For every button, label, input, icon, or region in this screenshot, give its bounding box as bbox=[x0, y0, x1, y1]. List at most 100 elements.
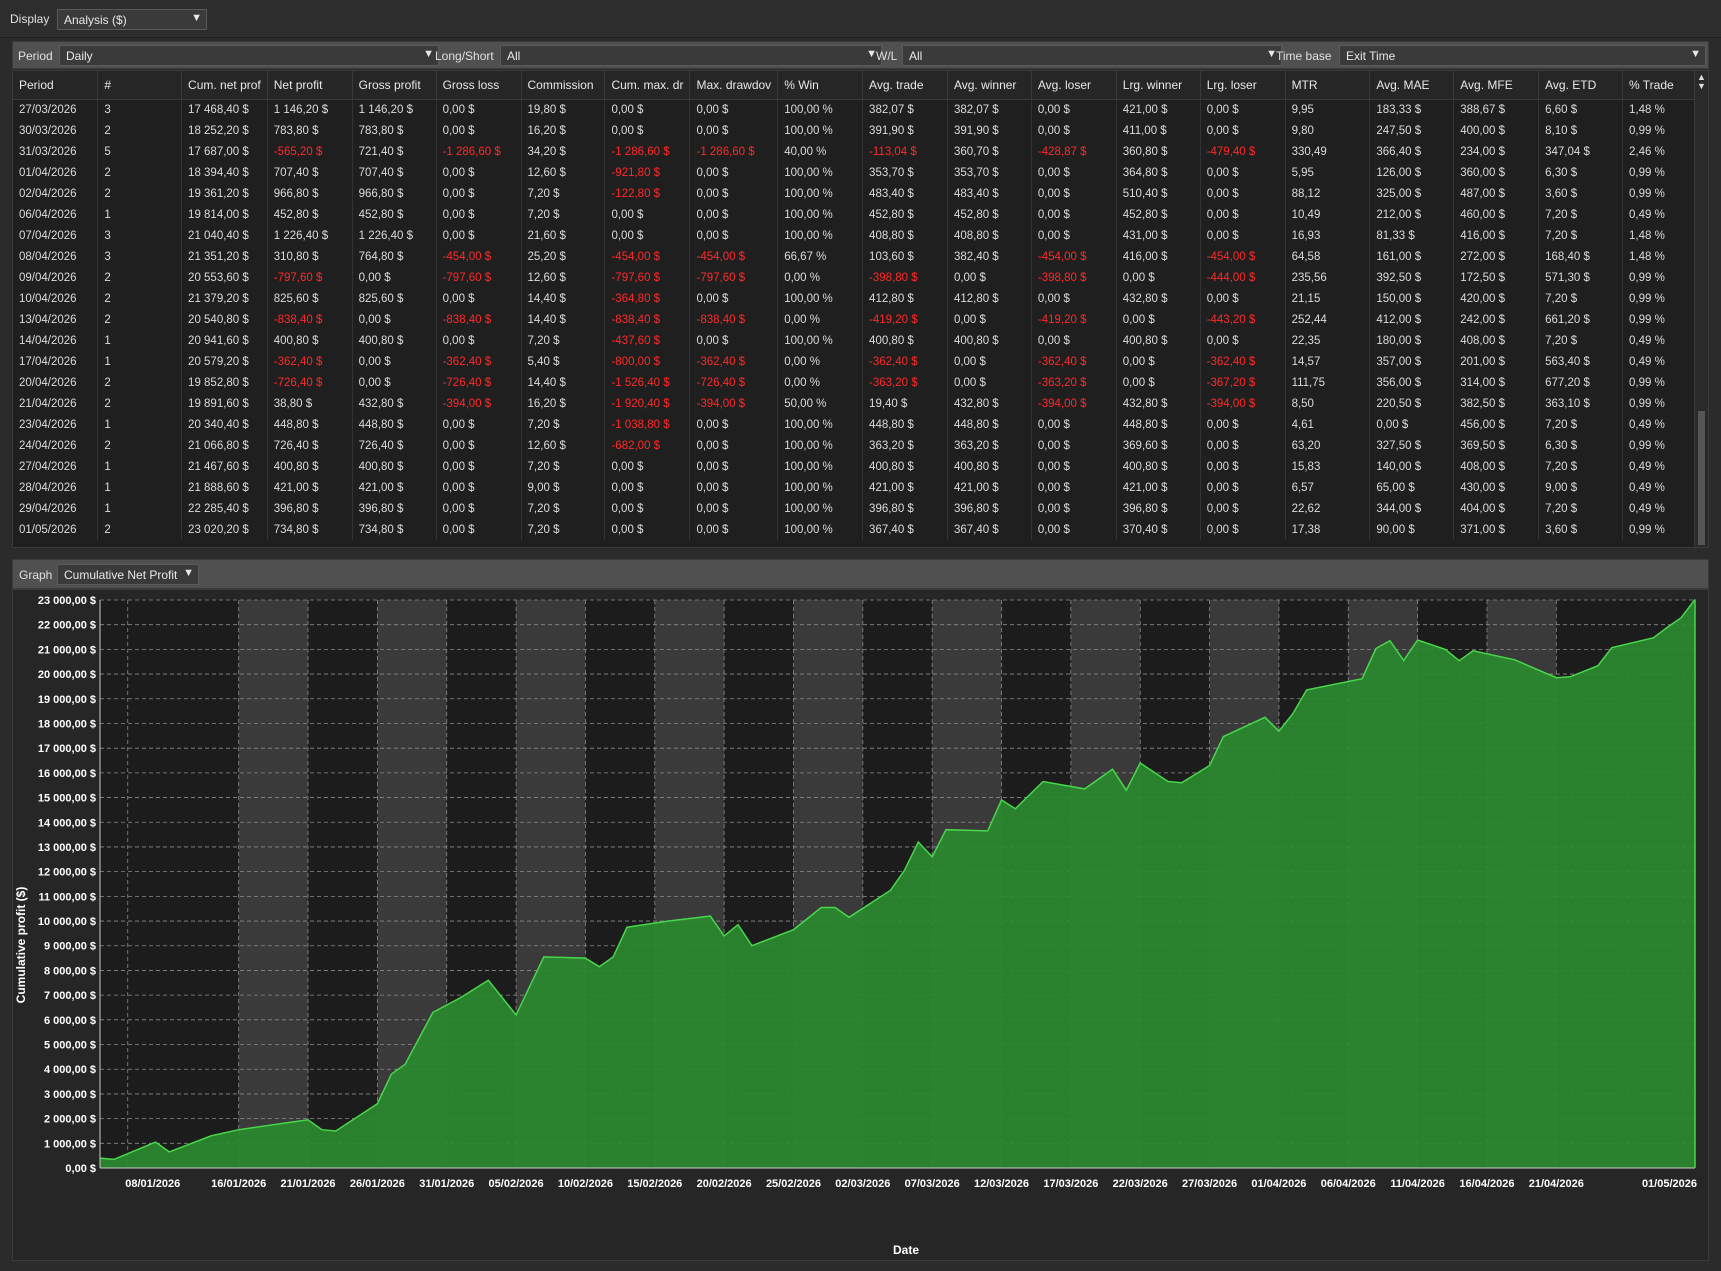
table-cell: 487,00 $ bbox=[1453, 183, 1540, 204]
table-cell: -362,40 $ bbox=[862, 351, 948, 372]
table-cell: -838,40 $ bbox=[436, 309, 522, 330]
column-header[interactable]: Period bbox=[13, 71, 99, 100]
graph-type-select[interactable]: Cumulative Net Profit ▼ bbox=[57, 564, 199, 585]
column-header[interactable]: MTR bbox=[1285, 71, 1371, 100]
table-cell: 0,00 $ bbox=[1369, 414, 1455, 435]
x-tick-label: 01/04/2026 bbox=[1251, 1178, 1306, 1190]
table-cell: 14,40 $ bbox=[521, 288, 606, 309]
table-cell: 2 bbox=[97, 435, 183, 456]
column-header[interactable]: Net profit bbox=[267, 71, 353, 100]
column-header[interactable]: Cum. max. dr bbox=[604, 71, 691, 100]
column-header[interactable]: Avg. trade bbox=[862, 71, 948, 100]
table-cell: 0,00 $ bbox=[436, 99, 522, 120]
table-cell: 252,44 bbox=[1285, 309, 1371, 330]
table-row[interactable]: 20/04/2026 2 19 852,80 $ -726,40 $0,00 $ -72… bbox=[13, 372, 1708, 393]
table-cell: 07/04/2026 bbox=[13, 225, 99, 246]
table-cell: 421,00 $ bbox=[352, 477, 437, 498]
column-header[interactable]: Max. drawdov bbox=[689, 71, 779, 100]
table-row[interactable]: 17/04/2026 1 20 579,20 $ -362,40 $0,00 $ -36… bbox=[13, 351, 1708, 372]
chevron-down-icon: ▼ bbox=[423, 48, 434, 60]
column-header[interactable]: % Win bbox=[777, 71, 864, 100]
table-row[interactable]: 14/04/2026 1 20 941,60 $400,80 $400,80 $0,… bbox=[13, 330, 1708, 351]
table-row[interactable]: 27/03/2026 3 17 468,40 $1 146,20 $1 146,20… bbox=[13, 99, 1708, 120]
table-row[interactable]: 29/04/2026 1 22 285,40 $396,80 $396,80 $0,… bbox=[13, 498, 1708, 519]
table-cell: 161,00 $ bbox=[1369, 246, 1455, 267]
column-header[interactable]: Commission bbox=[521, 71, 606, 100]
column-header[interactable]: Avg. loser bbox=[1031, 71, 1117, 100]
table-cell: 28/04/2026 bbox=[13, 477, 99, 498]
table-row[interactable]: 07/04/2026 3 21 040,40 $1 226,40 $1 226,40… bbox=[13, 225, 1708, 246]
longshort-select[interactable]: All ▼ bbox=[500, 45, 882, 66]
table-cell: -797,60 $ bbox=[267, 267, 353, 288]
period-select[interactable]: Daily ▼ bbox=[59, 45, 439, 66]
table-cell: 0,00 $ bbox=[352, 351, 437, 372]
table-cell: 0,00 $ bbox=[1031, 456, 1117, 477]
table-cell: 0,00 % bbox=[777, 267, 864, 288]
table-cell: 452,80 $ bbox=[267, 204, 353, 225]
column-header[interactable]: Gross profit bbox=[352, 71, 437, 100]
table-cell: -726,40 $ bbox=[267, 372, 353, 393]
table-row[interactable]: 30/03/2026 2 18 252,20 $783,80 $783,80 $0,… bbox=[13, 120, 1708, 141]
table-cell: -1 920,40 $ bbox=[604, 393, 691, 414]
table-cell: 100,00 % bbox=[777, 519, 864, 540]
table-scrollbar[interactable]: ▲ ▼ bbox=[1694, 71, 1708, 547]
table-row[interactable]: 02/04/2026 2 19 361,20 $966,80 $966,80 $0,… bbox=[13, 183, 1708, 204]
table-cell: 734,80 $ bbox=[267, 519, 353, 540]
column-header[interactable]: Lrg. loser bbox=[1200, 71, 1286, 100]
table-cell: 0,00 $ bbox=[689, 120, 779, 141]
table-cell: -565,20 $ bbox=[267, 141, 353, 162]
table-row[interactable]: 31/03/2026 5 17 687,00 $ -565,20 $721,40 $ -… bbox=[13, 141, 1708, 162]
table-row[interactable]: 23/04/2026 1 20 340,40 $448,80 $448,80 $0,… bbox=[13, 414, 1708, 435]
column-header[interactable]: Cum. net prof bbox=[181, 71, 268, 100]
timebase-select[interactable]: Exit Time ▼ bbox=[1339, 45, 1706, 66]
table-row[interactable]: 01/04/2026 2 18 394,40 $707,40 $707,40 $0,… bbox=[13, 162, 1708, 183]
table-row[interactable]: 28/04/2026 1 21 888,60 $421,00 $421,00 $0,… bbox=[13, 477, 1708, 498]
table-cell: 0,00 $ bbox=[436, 477, 522, 498]
table-cell: 0,00 $ bbox=[436, 183, 522, 204]
table-cell: -444,00 $ bbox=[1200, 267, 1286, 288]
table-cell: 396,80 $ bbox=[352, 498, 437, 519]
table-row[interactable]: 27/04/2026 1 21 467,60 $400,80 $400,80 $0,… bbox=[13, 456, 1708, 477]
column-header[interactable]: Avg. MFE bbox=[1453, 71, 1540, 100]
table-cell: 7,20 $ bbox=[1538, 330, 1623, 351]
table-cell: -797,60 $ bbox=[604, 267, 691, 288]
table-row[interactable]: 06/04/2026 1 19 814,00 $452,80 $452,80 $0,… bbox=[13, 204, 1708, 225]
table-cell: -367,20 $ bbox=[1200, 372, 1286, 393]
scroll-down-icon[interactable]: ▼ bbox=[1697, 81, 1706, 91]
column-header[interactable]: Gross loss bbox=[436, 71, 522, 100]
table-row[interactable]: 24/04/2026 2 21 066,80 $726,40 $726,40 $0,… bbox=[13, 435, 1708, 456]
table-cell: 1 bbox=[97, 330, 183, 351]
table-cell: 0,00 $ bbox=[604, 204, 691, 225]
table-cell: 06/04/2026 bbox=[13, 204, 99, 225]
table-row[interactable]: 10/04/2026 2 21 379,20 $825,60 $825,60 $0,… bbox=[13, 288, 1708, 309]
table-cell: 272,00 $ bbox=[1453, 246, 1540, 267]
table-row[interactable]: 21/04/2026 2 19 891,60 $38,80 $432,80 $ -39… bbox=[13, 393, 1708, 414]
column-header[interactable]: # bbox=[97, 71, 183, 100]
table-row[interactable]: 13/04/2026 2 20 540,80 $ -838,40 $0,00 $ -83… bbox=[13, 309, 1708, 330]
chevron-down-icon: ▼ bbox=[191, 12, 202, 24]
table-cell: 7,20 $ bbox=[521, 456, 606, 477]
wl-select[interactable]: All ▼ bbox=[902, 45, 1282, 66]
display-select[interactable]: Analysis ($) ▼ bbox=[57, 9, 207, 30]
table-cell: 432,80 $ bbox=[947, 393, 1032, 414]
table-cell: 0,00 $ bbox=[436, 414, 522, 435]
scrollbar-thumb[interactable] bbox=[1698, 411, 1705, 545]
table-cell: 100,00 % bbox=[777, 204, 864, 225]
table-row[interactable]: 01/05/2026 2 23 020,20 $734,80 $734,80 $0,… bbox=[13, 519, 1708, 540]
table-row[interactable]: 09/04/2026 2 20 553,60 $ -797,60 $0,00 $ -79… bbox=[13, 267, 1708, 288]
column-header[interactable]: Lrg. winner bbox=[1116, 71, 1201, 100]
column-header[interactable]: Avg. winner bbox=[947, 71, 1032, 100]
table-cell: 22,62 bbox=[1285, 498, 1371, 519]
table-cell: 392,50 $ bbox=[1369, 267, 1455, 288]
table-cell: 220,50 $ bbox=[1369, 393, 1455, 414]
table-cell: 0,00 $ bbox=[947, 267, 1032, 288]
table-cell: -362,40 $ bbox=[689, 351, 779, 372]
table-cell: 81,33 $ bbox=[1369, 225, 1455, 246]
table-cell: 432,80 $ bbox=[1116, 393, 1201, 414]
table-cell: 212,00 $ bbox=[1369, 204, 1455, 225]
table-row[interactable]: 08/04/2026 3 21 351,20 $310,80 $764,80 $ -4… bbox=[13, 246, 1708, 267]
column-header[interactable]: Avg. MAE bbox=[1369, 71, 1455, 100]
table-cell: 327,50 $ bbox=[1369, 435, 1455, 456]
column-header[interactable]: Avg. ETD bbox=[1538, 71, 1623, 100]
table-cell: 421,00 $ bbox=[1116, 477, 1201, 498]
